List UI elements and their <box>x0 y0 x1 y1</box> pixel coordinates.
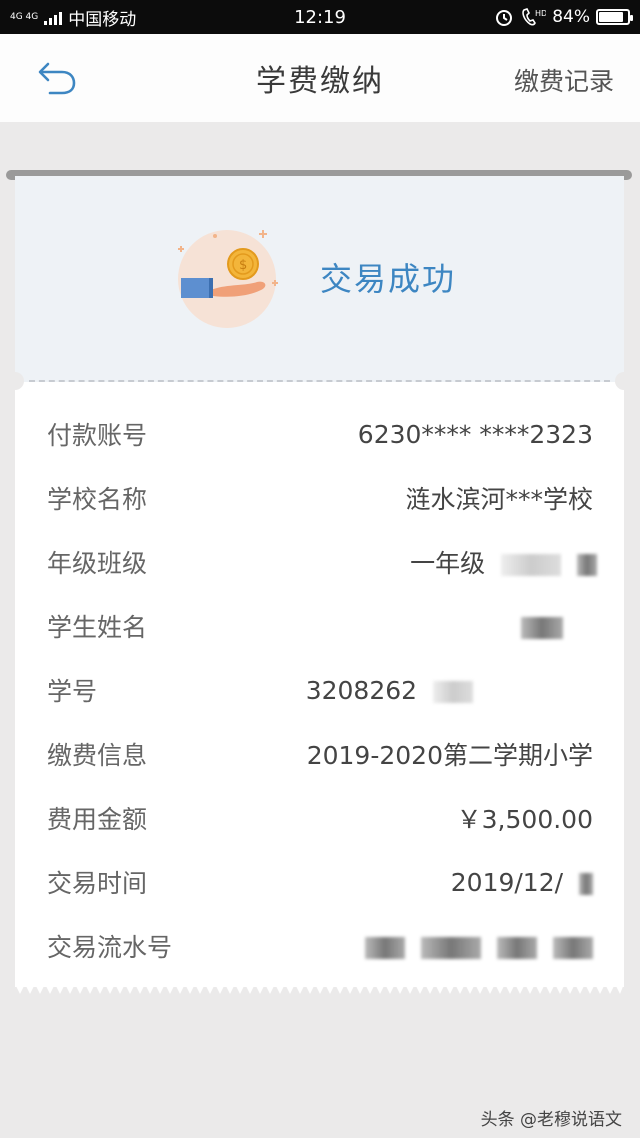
detail-value-wrap: 2019/12/ <box>451 868 593 897</box>
back-arrow-icon[interactable] <box>36 56 80 100</box>
redacted-block <box>433 680 473 703</box>
payment-records-link[interactable]: 缴费记录 <box>514 62 614 98</box>
detail-label: 学生姓名 <box>47 613 148 642</box>
detail-row-school: 学校名称 涟水滨河***学校 <box>47 466 593 530</box>
hd-call-icon: HD <box>522 8 546 26</box>
status-left: 4G 4G 中国移动 <box>10 5 136 30</box>
receipt-divider <box>29 380 610 382</box>
detail-value-wrap <box>513 612 563 641</box>
battery-icon <box>596 9 633 25</box>
detail-value: 2019/12/ <box>450 867 564 897</box>
detail-value: ￥3,500.00 <box>456 805 593 834</box>
page-title: 学费缴纳 <box>256 64 384 99</box>
signal-icon <box>44 9 63 25</box>
app-header: 学费缴纳 缴费记录 <box>0 34 640 122</box>
detail-row-amount: 费用金额 ￥3,500.00 <box>47 786 593 850</box>
receipt-card: $ 交易成功 付款账号 6230**** ****2323 学校名称 涟水滨河*… <box>6 176 633 996</box>
carrier-name: 中国移动 <box>68 9 137 30</box>
receipt-notch-left <box>6 372 24 390</box>
redacted-block <box>577 554 597 576</box>
detail-label: 缴费信息 <box>47 741 148 770</box>
svg-text:$: $ <box>239 258 247 273</box>
detail-value: 6230**** ****2323 <box>357 419 593 449</box>
detail-list: 付款账号 6230**** ****2323 学校名称 涟水滨河***学校 年级… <box>47 402 597 978</box>
watermark: 头条 @老穆说语文 <box>480 1110 622 1130</box>
detail-label: 付款账号 <box>47 421 148 450</box>
svg-text:HD: HD <box>535 9 546 18</box>
detail-row-account: 付款账号 6230**** ****2323 <box>47 402 593 466</box>
redacted-block <box>497 936 538 959</box>
detail-label: 交易流水号 <box>47 933 173 962</box>
detail-value-wrap <box>357 932 593 961</box>
detail-row-time: 交易时间 2019/12/ <box>47 850 593 914</box>
redacted-block <box>579 872 593 895</box>
detail-value-wrap: 一年级 <box>410 544 597 580</box>
detail-value: 3208262 <box>305 675 418 705</box>
battery-percent: 84% <box>552 7 590 27</box>
detail-label: 费用金额 <box>47 805 148 834</box>
payment-success-icon: $ <box>178 230 278 328</box>
detail-label: 学号 <box>47 677 98 706</box>
detail-value: 涟水滨河***学校 <box>405 485 593 514</box>
detail-label: 交易时间 <box>47 869 148 898</box>
network-type-icon: 4G 4G <box>10 11 39 22</box>
detail-label: 学校名称 <box>47 485 148 514</box>
redacted-block <box>521 616 563 639</box>
receipt-notch-right <box>615 372 633 390</box>
detail-row-student-id: 学号 3208262 <box>47 658 593 722</box>
detail-row-student-name: 学生姓名 <box>47 594 593 658</box>
detail-row-serial: 交易流水号 <box>47 914 593 978</box>
detail-value: 2019-2020第二学期小学 <box>306 741 593 770</box>
detail-row-class: 年级班级 一年级 <box>47 530 597 594</box>
alarm-icon <box>496 10 513 26</box>
redacted-block <box>365 936 406 959</box>
detail-row-payment-info: 缴费信息 2019-2020第二学期小学 <box>47 722 593 786</box>
redacted-block <box>501 554 562 576</box>
detail-value: 一年级 <box>410 549 486 578</box>
transaction-status: 交易成功 <box>320 260 457 298</box>
status-bar: 4G 4G 中国移动 12:19 HD 84% <box>0 0 640 34</box>
detail-label: 年级班级 <box>47 549 148 578</box>
detail-value-wrap: 3208262 <box>306 676 473 705</box>
receipt-torn-edge <box>15 984 624 994</box>
redacted-block <box>553 936 593 959</box>
status-right: HD 84% <box>494 7 633 27</box>
redacted-block <box>421 936 482 959</box>
